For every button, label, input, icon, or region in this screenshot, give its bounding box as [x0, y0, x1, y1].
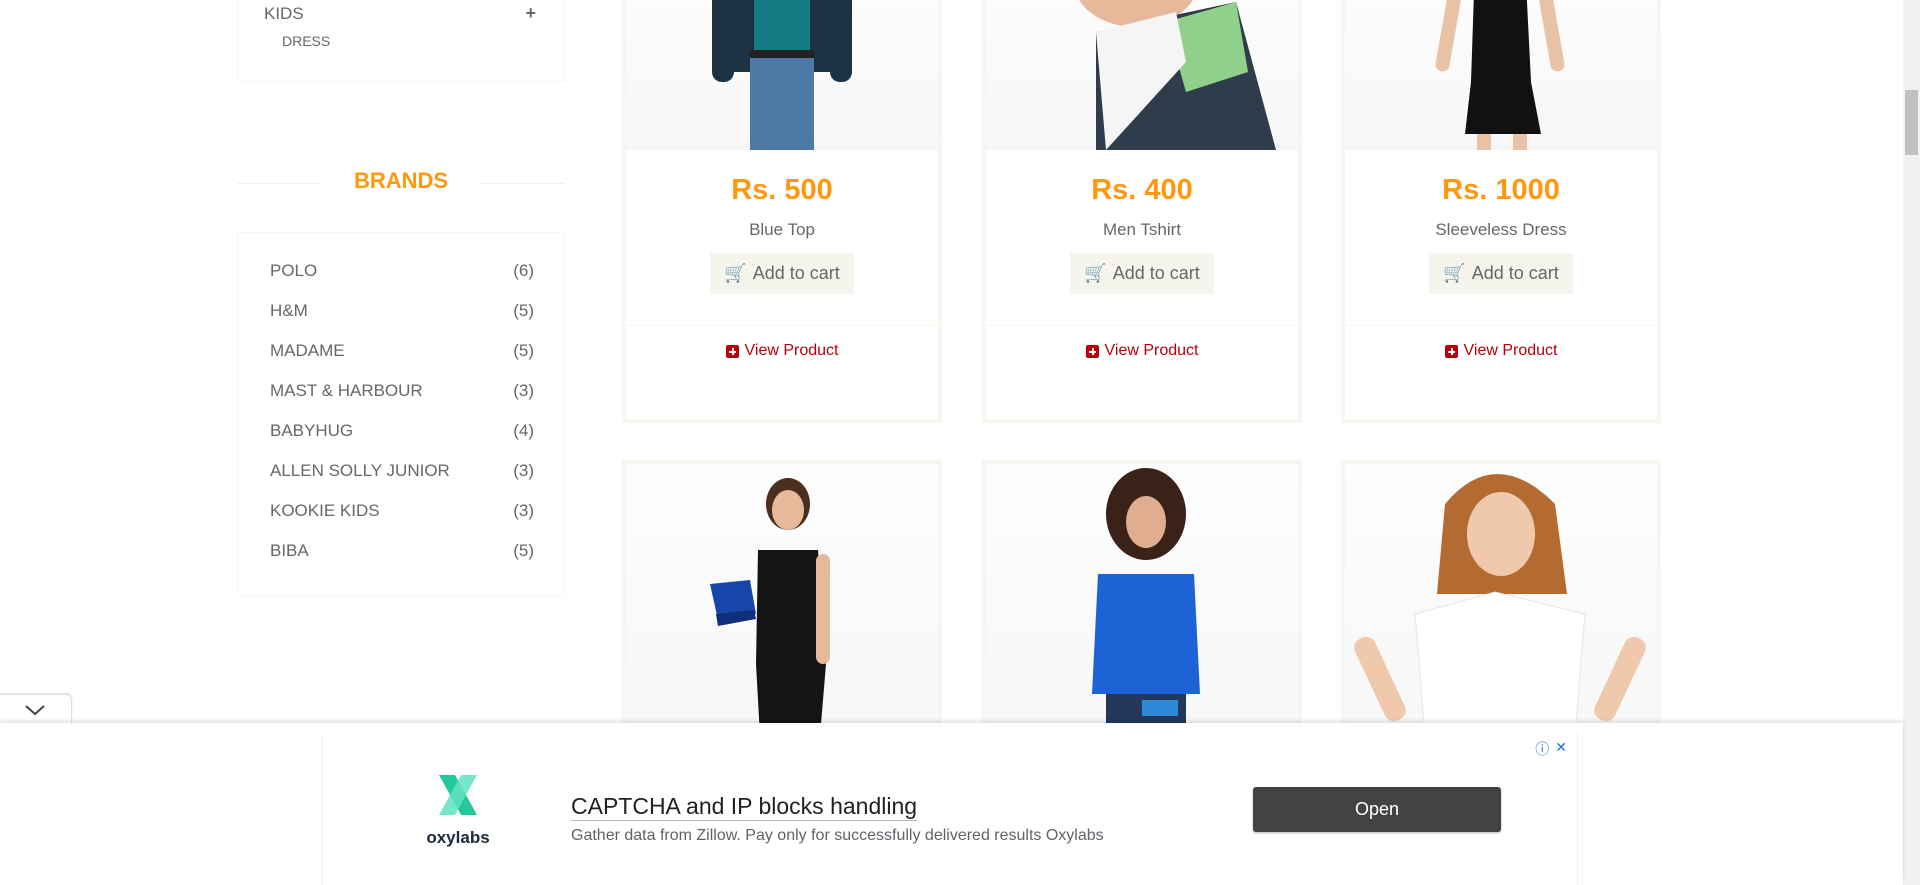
chevron-down-icon[interactable]	[0, 695, 72, 725]
brand-count: (6)	[513, 261, 534, 280]
brands-heading: BRANDS	[237, 168, 565, 193]
product-photo-blue-top	[712, 0, 852, 150]
oxylabs-logo-icon	[439, 775, 477, 815]
product-price: Rs. 1000	[1442, 174, 1560, 206]
product-card	[622, 460, 942, 740]
vertical-scrollbar[interactable]	[1903, 0, 1920, 885]
product-card	[1341, 460, 1661, 740]
product-photo-sleeveless-dress	[1435, 0, 1565, 150]
brand-name[interactable]: BIBA	[270, 541, 309, 561]
ad-banner: ⓘ ✕ oxylabs CAPTCHA and IP blocks handli…	[0, 723, 1903, 885]
product-image	[1345, 0, 1657, 150]
product-card: Rs. 500 Blue Top 🛒 Add to cart View Prod…	[622, 0, 942, 423]
add-to-cart-label: Add to cart	[752, 263, 840, 283]
add-to-cart-button[interactable]: 🛒 Add to cart	[710, 253, 854, 294]
plus-square-icon	[725, 344, 739, 358]
card-divider	[626, 325, 938, 326]
brand-name[interactable]: H&M	[270, 301, 308, 321]
ad-controls: ⓘ ✕	[1535, 739, 1567, 759]
view-product-label[interactable]: View Product	[1464, 342, 1558, 360]
category-kids[interactable]: KIDS +	[264, 3, 536, 24]
plus-square-icon	[1444, 344, 1458, 358]
product-image	[986, 464, 1298, 736]
add-to-cart-label: Add to cart	[1471, 263, 1559, 283]
cart-icon: 🛒	[724, 263, 747, 283]
product-price: Rs. 400	[1091, 174, 1193, 206]
brand-count: (4)	[513, 421, 534, 440]
product-image	[626, 464, 938, 736]
product-photo-blue-top-woman	[1092, 468, 1200, 736]
product-image	[626, 0, 938, 150]
brand-name[interactable]: BABYHUG	[270, 421, 353, 441]
expand-plus-icon[interactable]: +	[525, 3, 536, 24]
view-product-link[interactable]: View Product	[626, 342, 938, 360]
brand-item-babyhug[interactable]: BABYHUG (4)	[270, 419, 534, 443]
card-divider	[1345, 325, 1657, 326]
brand-count: (3)	[513, 381, 534, 400]
brand-item-hm[interactable]: H&M (5)	[270, 299, 534, 323]
brands-list: POLO (6) H&M (5) MADAME (5) MAST & HARBO…	[237, 232, 565, 596]
brand-item-allen-solly-junior[interactable]: ALLEN SOLLY JUNIOR (3)	[270, 459, 534, 483]
brand-item-kookie-kids[interactable]: KOOKIE KIDS (3)	[270, 499, 534, 523]
product-card: Rs. 400 Men Tshirt 🛒 Add to cart View Pr…	[982, 0, 1302, 423]
add-to-cart-button[interactable]: 🛒 Add to cart	[1070, 253, 1214, 294]
ad-logo[interactable]: oxylabs	[423, 771, 493, 848]
plus-square-icon	[1085, 344, 1099, 358]
ad-open-button[interactable]: Open	[1253, 787, 1501, 832]
heading-divider-right	[481, 183, 565, 184]
product-card	[982, 460, 1302, 740]
product-image	[986, 0, 1298, 150]
view-product-link[interactable]: View Product	[1345, 342, 1657, 360]
view-product-label[interactable]: View Product	[1105, 342, 1199, 360]
brand-name[interactable]: KOOKIE KIDS	[270, 501, 380, 521]
scrollbar-thumb[interactable]	[1905, 90, 1918, 155]
card-divider	[986, 325, 1298, 326]
product-name: Men Tshirt	[1102, 220, 1182, 239]
product-photo-men-tshirt	[1079, 0, 1276, 150]
add-to-cart-label: Add to cart	[1112, 263, 1200, 283]
product-image	[1345, 464, 1657, 736]
brand-name[interactable]: POLO	[270, 261, 317, 281]
subcategory-dress[interactable]: DRESS	[282, 33, 330, 49]
cart-icon: 🛒	[1443, 263, 1466, 283]
ad-title[interactable]: CAPTCHA and IP blocks handling	[571, 793, 918, 821]
add-to-cart-button[interactable]: 🛒 Add to cart	[1429, 253, 1573, 294]
brand-name[interactable]: MAST & HARBOUR	[270, 381, 423, 401]
product-photo-white-tshirt-woman	[1354, 474, 1646, 736]
cart-icon: 🛒	[1084, 263, 1107, 283]
ad-close-icon[interactable]: ✕	[1555, 739, 1567, 759]
product-name: Sleeveless Dress	[1435, 220, 1567, 239]
brand-item-madame[interactable]: MADAME (5)	[270, 339, 534, 363]
brand-name[interactable]: ALLEN SOLLY JUNIOR	[270, 461, 450, 481]
brand-name[interactable]: MADAME	[270, 341, 345, 361]
category-panel: KIDS + DRESS	[237, 0, 565, 82]
brand-count: (5)	[513, 341, 534, 360]
ad-collapse-tab[interactable]	[0, 694, 72, 724]
brand-count: (3)	[513, 461, 534, 480]
ad-brand-name: oxylabs	[426, 828, 490, 847]
brand-count: (3)	[513, 501, 534, 520]
product-card: Rs. 1000 Sleeveless Dress 🛒 Add to cart …	[1341, 0, 1661, 423]
product-price: Rs. 500	[731, 174, 833, 206]
product-name: Blue Top	[749, 220, 815, 239]
ad-description: Gather data from Zillow. Pay only for su…	[571, 827, 1104, 844]
brands-title: BRANDS	[353, 168, 449, 193]
view-product-label[interactable]: View Product	[745, 342, 839, 360]
view-product-link[interactable]: View Product	[986, 342, 1298, 360]
brand-item-biba[interactable]: BIBA (5)	[270, 539, 534, 563]
brand-item-mast-harbour[interactable]: MAST & HARBOUR (3)	[270, 379, 534, 403]
ad-info-icon[interactable]: ⓘ	[1535, 739, 1549, 759]
product-photo-black-dress-woman	[710, 478, 830, 736]
brand-count: (5)	[513, 541, 534, 560]
page: KIDS + DRESS BRANDS POLO (6) H&M (5) MAD…	[0, 0, 1920, 885]
ad-content[interactable]: ⓘ ✕ oxylabs CAPTCHA and IP blocks handli…	[322, 733, 1578, 885]
brand-count: (5)	[513, 301, 534, 320]
category-label[interactable]: KIDS	[264, 4, 304, 24]
brand-item-polo[interactable]: POLO (6)	[270, 259, 534, 283]
